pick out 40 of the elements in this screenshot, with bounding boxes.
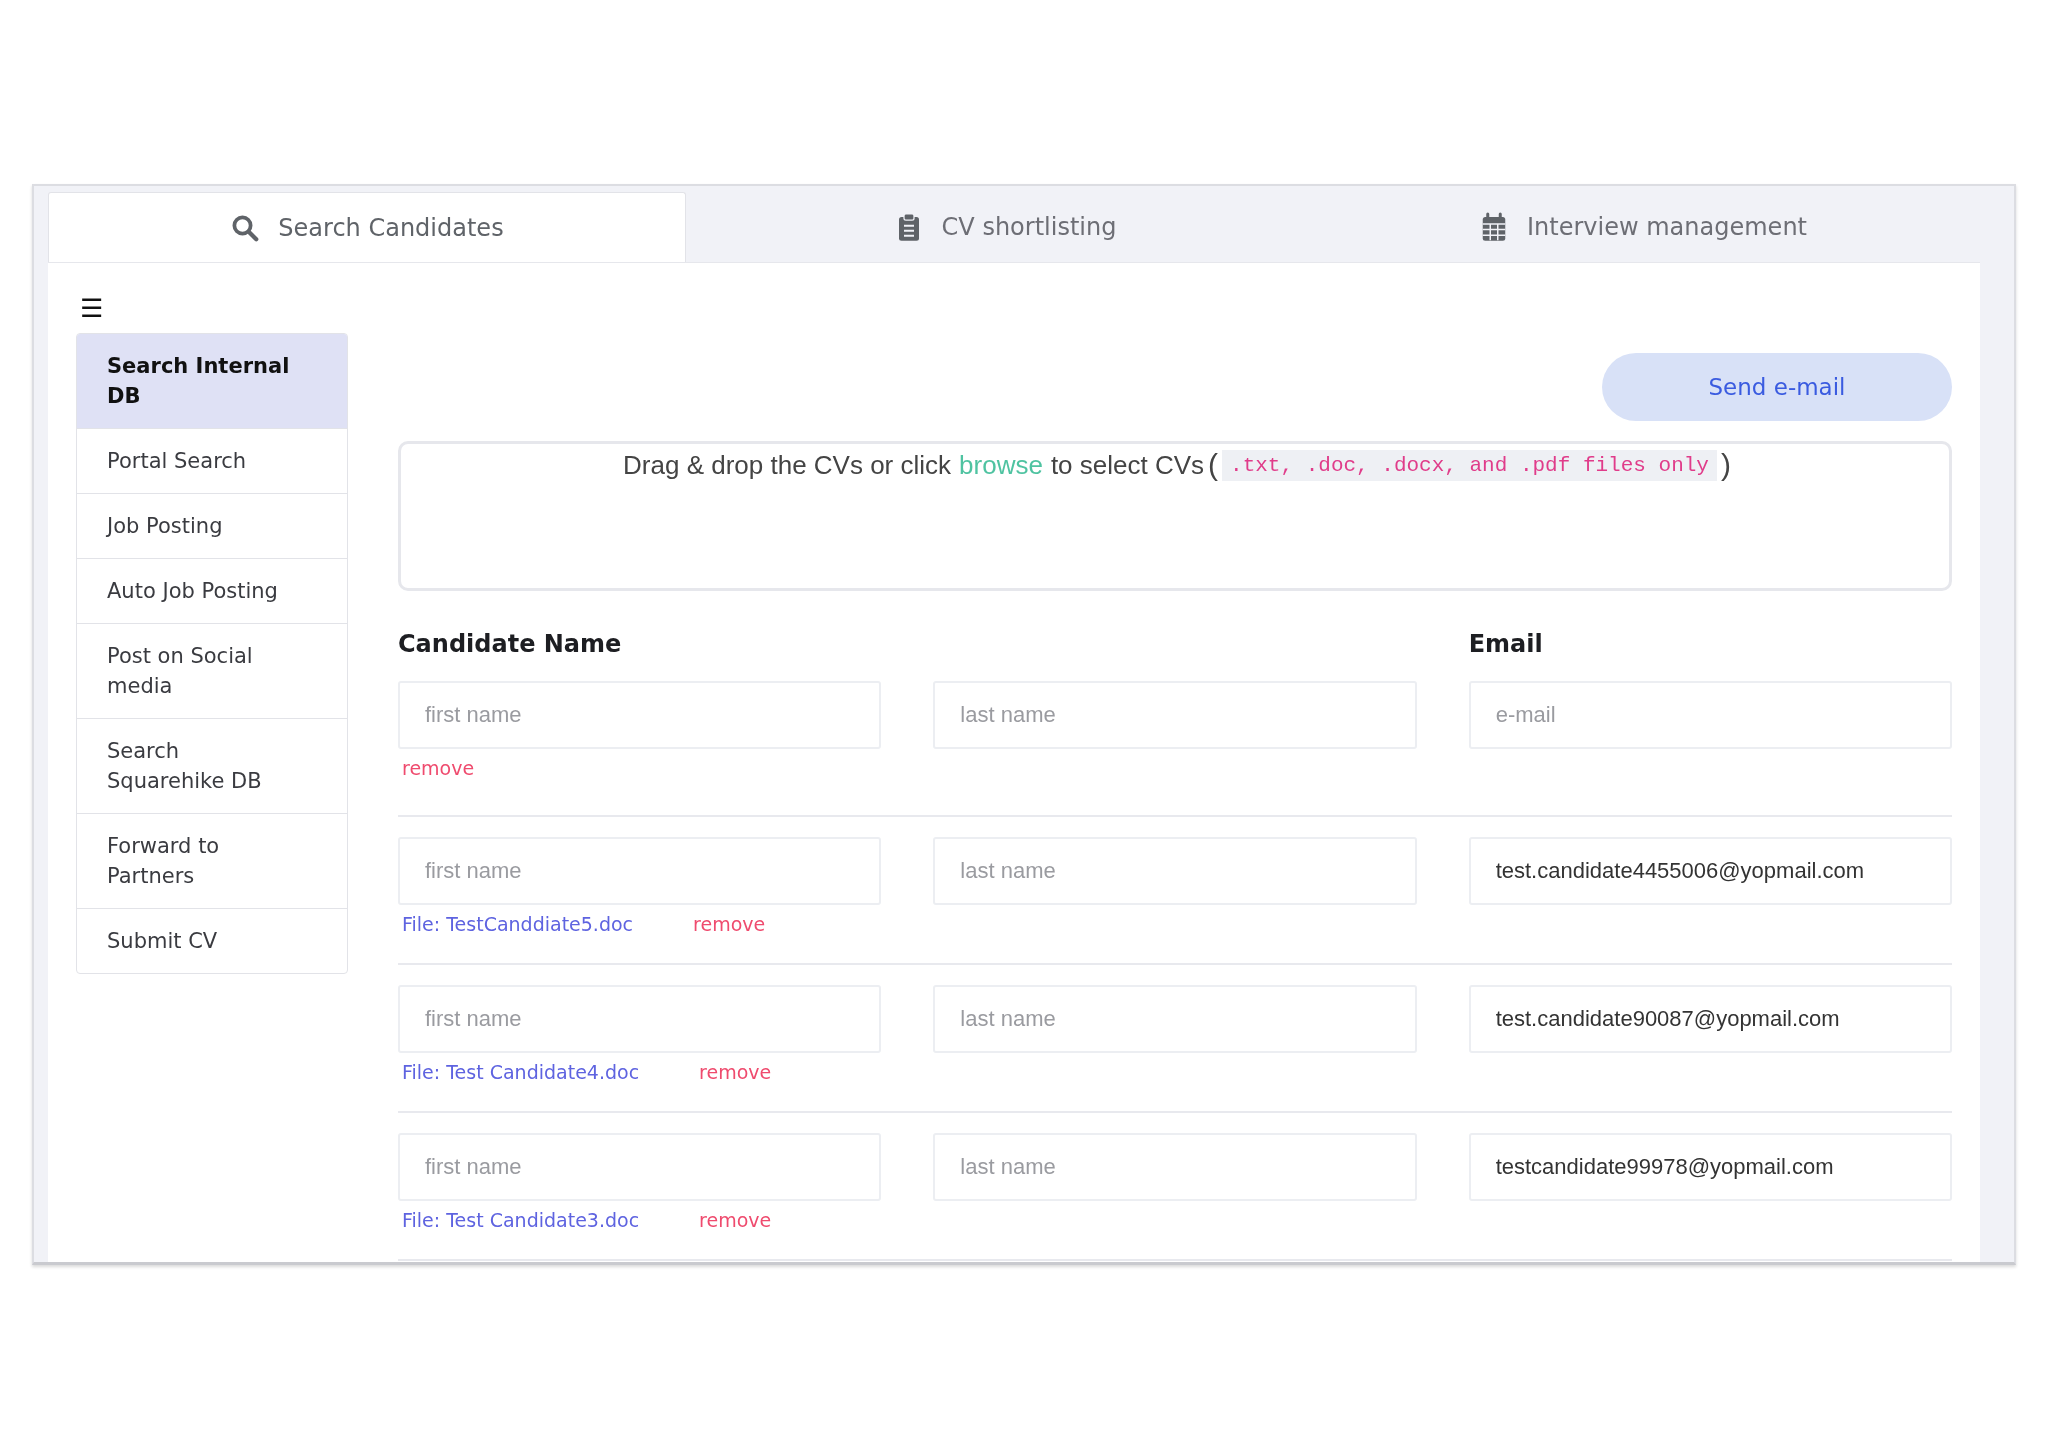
parenthesis: ): [1720, 448, 1731, 482]
first-name-field[interactable]: first name: [398, 681, 882, 749]
last-name-field[interactable]: last name: [933, 681, 1417, 749]
sidebar-item[interactable]: Search Internal DB: [77, 334, 347, 428]
column-heading: Candidate Name: [398, 630, 623, 658]
file-link[interactable]: File: Test Candidate3.doc: [402, 1209, 640, 1231]
file-link[interactable]: File: Test Candidate4.doc: [402, 1061, 640, 1083]
last-name-field[interactable]: last name: [933, 1133, 1417, 1201]
remove-link[interactable]: remove: [402, 757, 475, 779]
remove-link[interactable]: remove: [693, 913, 766, 935]
tab[interactable]: Interview management: [1324, 192, 1962, 262]
sidebar-item[interactable]: Forward to Partners: [77, 813, 347, 908]
tab[interactable]: Search Candidates: [48, 192, 686, 262]
first-name-field[interactable]: first name: [398, 837, 882, 905]
drop-instruction: Drag & drop the CVs or click: [623, 449, 952, 481]
last-name-field[interactable]: last name: [933, 837, 1417, 905]
drop-instruction: to select CVs: [1050, 449, 1205, 481]
parenthesis: (: [1208, 448, 1219, 482]
last-name-field[interactable]: last name: [933, 985, 1417, 1053]
sidebar-item[interactable]: Job Posting: [77, 493, 347, 558]
send-email-button[interactable]: Send e-mail: [1602, 353, 1952, 421]
menu-icon[interactable]: ☰: [80, 293, 103, 323]
email-field[interactable]: testcandidate99978@yopmail.com: [1468, 1133, 1952, 1201]
sidebar-item[interactable]: Search Squarehike DB: [77, 718, 347, 813]
file-formats: .txt, .doc, .docx, and .pdf files only: [1222, 449, 1717, 481]
sidebar-item[interactable]: Submit CV: [77, 908, 347, 973]
file-link[interactable]: File: TestCanddiate5.doc: [402, 913, 634, 935]
first-name-field[interactable]: first name: [398, 1133, 882, 1201]
remove-link[interactable]: remove: [699, 1209, 772, 1231]
sidebar-item[interactable]: Auto Job Posting: [77, 558, 347, 623]
sidebar-item[interactable]: Portal Search: [77, 428, 347, 493]
email-field[interactable]: test.candidate90087@yopmail.com: [1468, 985, 1952, 1053]
email-field[interactable]: test.candidate4455006@yopmail.com: [1468, 837, 1952, 905]
tab[interactable]: CV shortlisting: [686, 192, 1324, 262]
sidebar-item[interactable]: Post on Social media: [77, 623, 347, 718]
drop-zone[interactable]: Drag & drop the CVs or click browse to select CVs( .txt, .doc, .docx, and .pdf files only ): [398, 441, 1952, 591]
first-name-field[interactable]: first name: [398, 985, 882, 1053]
remove-link[interactable]: remove: [699, 1061, 772, 1083]
column-heading: Email: [1468, 630, 1544, 658]
email-field[interactable]: e-mail: [1468, 681, 1952, 749]
